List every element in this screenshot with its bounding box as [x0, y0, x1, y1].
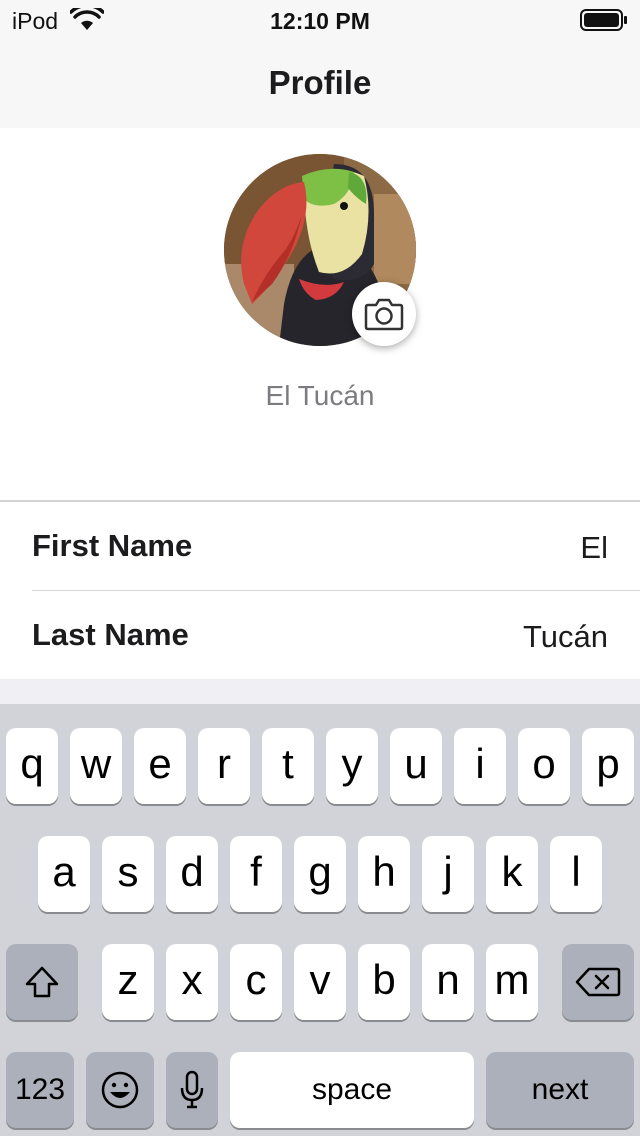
delete-icon: [575, 967, 621, 997]
key-c[interactable]: c: [230, 944, 282, 1020]
key-k[interactable]: k: [486, 836, 538, 912]
key-e[interactable]: e: [134, 728, 186, 804]
delete-key[interactable]: [562, 944, 634, 1020]
status-bar: iPod 12:10 PM: [0, 0, 640, 40]
key-t[interactable]: t: [262, 728, 314, 804]
form-footer-gap: [0, 679, 640, 704]
key-o[interactable]: o: [518, 728, 570, 804]
emoji-key[interactable]: [86, 1052, 154, 1128]
page-title: Profile: [268, 64, 372, 101]
key-w[interactable]: w: [70, 728, 122, 804]
status-time: 12:10 PM: [270, 8, 370, 34]
first-name-row[interactable]: First Name El: [0, 502, 640, 591]
profile-header: El Tucán: [0, 128, 640, 500]
key-g[interactable]: g: [294, 836, 346, 912]
key-d[interactable]: d: [166, 836, 218, 912]
profile-display-name: El Tucán: [265, 380, 375, 411]
key-z[interactable]: z: [102, 944, 154, 1020]
next-key[interactable]: next: [486, 1052, 634, 1128]
keyboard: q w e r t y u i o p a s d f g h j k l z …: [0, 704, 640, 1136]
key-j[interactable]: j: [422, 836, 474, 912]
key-i[interactable]: i: [454, 728, 506, 804]
key-a[interactable]: a: [38, 836, 90, 912]
key-p[interactable]: p: [582, 728, 634, 804]
last-name-label: Last Name: [32, 617, 189, 652]
navigation-bar: Profile: [0, 40, 640, 128]
first-name-field[interactable]: El: [580, 530, 608, 566]
emoji-icon: [101, 1071, 139, 1109]
key-h[interactable]: h: [358, 836, 410, 912]
microphone-icon: [180, 1070, 204, 1109]
key-m[interactable]: m: [486, 944, 538, 1020]
key-l[interactable]: l: [550, 836, 602, 912]
key-q[interactable]: q: [6, 728, 58, 804]
dictation-key[interactable]: [166, 1052, 218, 1128]
shift-icon: [25, 966, 59, 998]
key-b[interactable]: b: [358, 944, 410, 1020]
key-x[interactable]: x: [166, 944, 218, 1020]
change-photo-button[interactable]: [352, 282, 416, 346]
key-v[interactable]: v: [294, 944, 346, 1020]
camera-icon: [364, 298, 404, 331]
key-f[interactable]: f: [230, 836, 282, 912]
space-key[interactable]: space: [230, 1052, 474, 1128]
shift-key[interactable]: [6, 944, 78, 1020]
numbers-key[interactable]: 123: [6, 1052, 74, 1128]
key-r[interactable]: r: [198, 728, 250, 804]
key-s[interactable]: s: [102, 836, 154, 912]
first-name-label: First Name: [32, 528, 193, 563]
last-name-field[interactable]: Tucán: [523, 619, 608, 655]
profile-form: First Name El Last Name Tucán: [0, 500, 640, 681]
last-name-row[interactable]: Last Name Tucán: [0, 591, 640, 679]
key-n[interactable]: n: [422, 944, 474, 1020]
key-u[interactable]: u: [390, 728, 442, 804]
key-y[interactable]: y: [326, 728, 378, 804]
battery-full-icon: [580, 9, 627, 31]
